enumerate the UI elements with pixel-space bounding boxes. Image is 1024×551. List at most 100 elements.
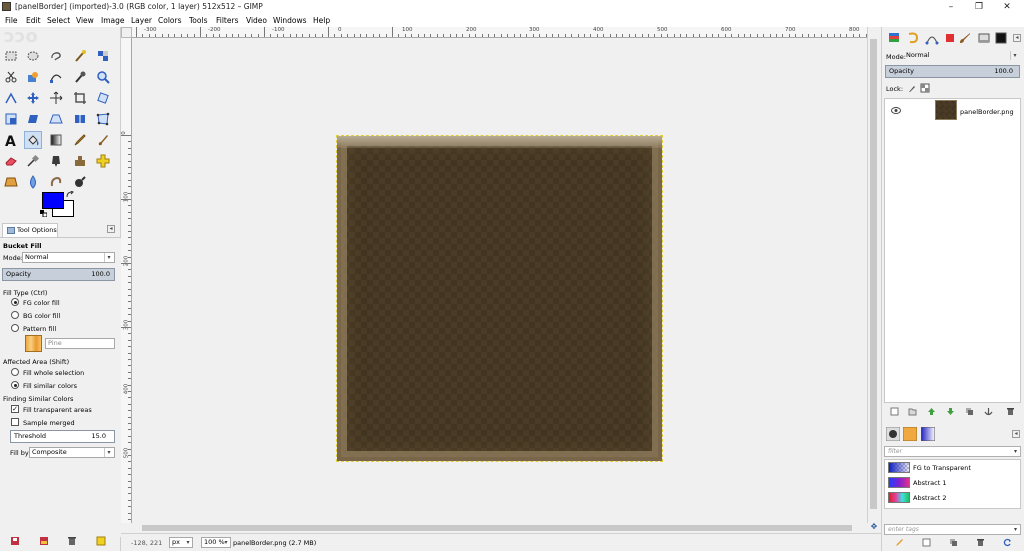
gradient-filter-input[interactable]: filter ▾	[884, 446, 1021, 457]
scissors-tool-icon[interactable]	[2, 68, 20, 86]
clone-tool-icon[interactable]	[71, 152, 89, 170]
smudge-tool-icon[interactable]	[47, 173, 65, 191]
delete-layer-icon[interactable]	[1006, 407, 1015, 416]
unit-select[interactable]: px ▾	[169, 537, 193, 548]
heal-tool-icon[interactable]	[94, 152, 112, 170]
menu-layer[interactable]: Layer	[131, 16, 152, 25]
cage-transform-tool-icon[interactable]	[94, 110, 112, 128]
paths-tool-icon[interactable]	[47, 68, 65, 86]
gradient-tags-input[interactable]: enter tags ▾	[884, 524, 1021, 535]
fg-color-fill-radio[interactable]	[11, 298, 19, 306]
swap-colors-icon[interactable]	[66, 191, 74, 199]
text-tool-icon[interactable]: A	[2, 131, 20, 149]
new-layer-icon[interactable]	[890, 407, 899, 416]
menu-view[interactable]: View	[76, 16, 94, 25]
channels-tab-icon[interactable]	[906, 31, 920, 45]
bg-color-fill-radio[interactable]	[11, 311, 19, 319]
menu-file[interactable]: File	[5, 16, 18, 25]
layer-name[interactable]: panelBorder.png	[960, 108, 1014, 116]
duplicate-gradient-icon[interactable]	[949, 538, 958, 547]
horizontal-ruler[interactable]: -300 -200 -100 0 100 200 300 400 500 600…	[132, 27, 867, 38]
measure-tool-icon[interactable]	[2, 89, 20, 107]
flip-tool-icon[interactable]	[71, 110, 89, 128]
foreground-select-tool-icon[interactable]	[24, 68, 42, 86]
minimize-button[interactable]: –	[942, 1, 960, 13]
paintbrush-tool-icon[interactable]	[94, 131, 112, 149]
mode-select[interactable]: Normal ▾	[22, 252, 115, 263]
move-tool-icon[interactable]	[24, 89, 42, 107]
lock-pixels-icon[interactable]	[907, 83, 917, 93]
close-button[interactable]: ✕	[998, 1, 1016, 13]
restore-options-icon[interactable]	[39, 536, 49, 546]
menu-video[interactable]: Video	[246, 16, 267, 25]
brushes-tab-icon[interactable]	[958, 31, 972, 45]
patterns-tab-icon[interactable]	[977, 31, 991, 45]
crop-tool-icon[interactable]	[71, 89, 89, 107]
image-layer-preview[interactable]	[336, 135, 663, 462]
gradient-item[interactable]: Abstract 1	[885, 476, 1020, 490]
layers-tab-icon[interactable]	[887, 31, 901, 45]
fill-whole-selection-radio[interactable]	[11, 368, 19, 376]
layers-list[interactable]: panelBorder.png	[884, 98, 1021, 403]
default-colors-icon[interactable]	[40, 210, 47, 217]
horizontal-scrollbar[interactable]	[132, 523, 867, 532]
tab-tool-options[interactable]: Tool Options	[2, 223, 58, 237]
rect-select-tool-icon[interactable]	[2, 47, 20, 65]
perspective-clone-tool-icon[interactable]	[2, 173, 20, 191]
threshold-slider[interactable]: Threshold 15.0	[10, 430, 115, 443]
perspective-tool-icon[interactable]	[47, 110, 65, 128]
shear-tool-icon[interactable]	[24, 110, 42, 128]
edit-gradient-icon[interactable]	[895, 538, 904, 547]
tool-options-menu-icon[interactable]: ◂	[107, 225, 115, 233]
gradients-dock-menu-icon[interactable]: ◂	[1012, 430, 1020, 438]
layers-mode-select[interactable]: Normal ▾	[904, 51, 1020, 62]
blur-sharpen-tool-icon[interactable]	[24, 173, 42, 191]
new-gradient-icon[interactable]	[922, 538, 931, 547]
duplicate-layer-icon[interactable]	[965, 407, 974, 416]
menu-tools[interactable]: Tools	[189, 16, 207, 25]
menu-filters[interactable]: Filters	[216, 16, 238, 25]
raise-layer-icon[interactable]	[927, 407, 936, 416]
gradient-item[interactable]: FG to Transparent	[885, 461, 1020, 475]
refresh-gradients-icon[interactable]	[1003, 538, 1012, 547]
lock-alpha-icon[interactable]	[920, 83, 930, 93]
pattern-fill-radio[interactable]	[11, 324, 19, 332]
patterns-dock-tab-icon[interactable]	[903, 427, 917, 441]
dodge-burn-tool-icon[interactable]	[71, 173, 89, 191]
alignment-tool-icon[interactable]	[47, 89, 65, 107]
menu-image[interactable]: Image	[101, 16, 125, 25]
navigate-icon[interactable]: ✥	[869, 522, 879, 532]
pencil-tool-icon[interactable]	[71, 131, 89, 149]
horizontal-scrollbar-thumb[interactable]	[142, 525, 852, 531]
gradients-dock-tab-icon[interactable]	[921, 427, 935, 441]
delete-gradient-icon[interactable]	[976, 538, 985, 547]
vertical-scrollbar[interactable]	[867, 27, 879, 523]
layers-opacity-slider[interactable]: Opacity 100.0	[885, 65, 1020, 78]
rotate-tool-icon[interactable]	[94, 89, 112, 107]
layer-thumbnail[interactable]	[935, 100, 957, 120]
maximize-button[interactable]: ❐	[970, 1, 988, 13]
gradient-item[interactable]: Abstract 2	[885, 491, 1020, 505]
anchor-layer-icon[interactable]	[984, 407, 993, 416]
foreground-color-swatch[interactable]	[42, 192, 64, 209]
bucket-fill-tool-icon[interactable]	[24, 131, 42, 149]
save-options-icon[interactable]	[10, 536, 20, 546]
zoom-tool-icon[interactable]	[94, 68, 112, 86]
image-canvas[interactable]	[132, 38, 867, 523]
pattern-name-field[interactable]: Pine	[45, 338, 115, 349]
opacity-slider[interactable]: Opacity 100.0	[2, 268, 115, 281]
vertical-ruler[interactable]: 0 100 200 300 400 500	[121, 38, 132, 523]
reset-options-icon[interactable]	[96, 536, 106, 546]
new-layer-group-icon[interactable]	[908, 407, 917, 416]
fill-similar-colors-radio[interactable]	[11, 381, 19, 389]
zoom-select[interactable]: 100 % ▾	[201, 537, 231, 548]
ruler-corner[interactable]	[121, 27, 132, 38]
airbrush-tool-icon[interactable]	[24, 152, 42, 170]
select-by-color-tool-icon[interactable]	[94, 47, 112, 65]
free-select-tool-icon[interactable]	[47, 47, 65, 65]
paths-tab-icon[interactable]	[925, 31, 939, 45]
vertical-scrollbar-thumb[interactable]	[870, 39, 877, 509]
ellipse-select-tool-icon[interactable]	[24, 47, 42, 65]
fill-transparent-checkbox[interactable]: ✓	[11, 405, 19, 413]
eye-icon[interactable]	[891, 107, 901, 114]
